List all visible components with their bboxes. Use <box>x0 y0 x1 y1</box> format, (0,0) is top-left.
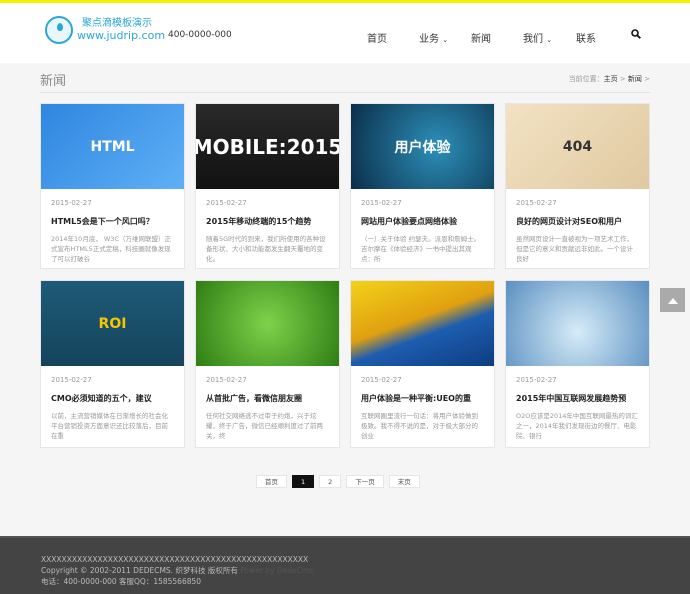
footer-line: XXXXXXXXXXXXXXXXXXXXXXXXXXXXXXXXXXXXXXXX… <box>41 555 309 564</box>
article-thumbnail[interactable] <box>196 281 339 366</box>
breadcrumb-home[interactable]: 主页 <box>604 75 618 83</box>
phone-number: 400-0000-000 <box>168 30 232 40</box>
nav-contact[interactable]: 联系 <box>576 30 596 45</box>
article-title[interactable]: 良好的网页设计对SEO和用户 <box>516 216 639 227</box>
article-thumbnail[interactable] <box>351 281 494 366</box>
page-heading: 新闻 当前位置：主页 > 新闻 > <box>40 70 650 93</box>
breadcrumb-end: > <box>641 75 650 83</box>
article-date: 2015-02-27 <box>516 199 557 207</box>
back-to-top-button[interactable] <box>660 288 685 312</box>
article-summary: 2014年10月底， W3C（万维网联盟）正式宣布HTML5正式定稿，科技圈就像… <box>51 235 171 263</box>
nav-news[interactable]: 新闻 <box>471 30 491 45</box>
article-title[interactable]: 从首批广告，看微信朋友圈 <box>206 393 329 404</box>
article-card[interactable]: HTML 2015-02-27 HTML5会是下一个风口吗？ 2014年10月底… <box>40 103 185 269</box>
article-date: 2015-02-27 <box>51 376 92 384</box>
nav-about[interactable]: 我们 ⌄ <box>523 30 552 45</box>
article-thumbnail[interactable] <box>506 281 649 366</box>
article-summary: 以前，主流营销媒体在日渐增长的社会化平台营销投资方面意识还比较落后，目前在重 <box>51 412 168 440</box>
nav-about-label: 我们 <box>523 34 543 45</box>
logo[interactable]: 聚点滴模板演示 www.judrip.com <box>45 16 165 44</box>
article-thumbnail[interactable]: 用户体验 <box>351 104 494 189</box>
article-thumbnail[interactable]: 404 <box>506 104 649 189</box>
article-title[interactable]: 2015年中国互联网发展趋势预 <box>516 393 639 404</box>
page-next[interactable]: 下一页 <box>346 475 384 488</box>
article-thumbnail[interactable]: MOBILE:2015 <box>196 104 339 189</box>
thumbnail-text: MOBILE:2015 <box>196 134 339 159</box>
article-date: 2015-02-27 <box>206 199 247 207</box>
article-title[interactable]: 网站用户体验要点网络体验 <box>361 216 484 227</box>
chevron-down-icon: ⌄ <box>442 36 449 44</box>
footer: XXXXXXXXXXXXXXXXXXXXXXXXXXXXXXXXXXXXXXXX… <box>0 536 690 594</box>
breadcrumb-current[interactable]: 新闻 <box>628 75 642 83</box>
article-card[interactable]: 2015-02-27 2015年中国互联网发展趋势预 O2O应该是2014年中国… <box>505 280 650 448</box>
article-summary: 虽然网页设计一直被视为一项艺术工作，但是它的意义和贡献远非如此。一个设计良好 <box>516 235 633 263</box>
breadcrumb-prefix: 当前位置： <box>568 75 604 83</box>
article-title[interactable]: CMO必须知道的五个，建议 <box>51 393 174 404</box>
article-date: 2015-02-27 <box>516 376 557 384</box>
thumbnail-text: ROI <box>98 315 127 332</box>
breadcrumb: 当前位置：主页 > 新闻 > <box>569 74 650 84</box>
article-title[interactable]: 2015年移动终端的15个趋势 <box>206 216 329 227</box>
thumbnail-text: 404 <box>562 138 593 155</box>
nav-business-label: 业务 <box>419 34 439 45</box>
logo-en: www.judrip.com <box>77 29 166 42</box>
contact-info: 电话：400-0000-000 客服QQ：1585566850 <box>41 577 202 586</box>
search-icon[interactable] <box>631 29 641 39</box>
article-card[interactable]: 2015-02-27 用户体验是一种平衡:UEO的重 互联网圈里流行一句话：将用… <box>350 280 495 448</box>
article-card[interactable]: 2015-02-27 从首批广告，看微信朋友圈 任何社交网络逃不过审于约炮，兴于… <box>195 280 340 448</box>
pagination: 首页 1 2 下一页 末页 <box>256 475 420 488</box>
article-summary: 互联网圈里流行一句话：将用户体验做到极致。我不得不说的是，对于极大部分的创业 <box>361 412 478 440</box>
page-2[interactable]: 2 <box>319 475 342 488</box>
page-last[interactable]: 末页 <box>388 475 420 488</box>
article-card[interactable]: MOBILE:2015 2015-02-27 2015年移动终端的15个趋势 随… <box>195 103 340 269</box>
chevron-down-icon: ⌄ <box>546 36 553 44</box>
article-title[interactable]: HTML5会是下一个风口吗？ <box>51 216 174 227</box>
article-card[interactable]: 用户体验 2015-02-27 网站用户体验要点网络体验 （一）关于体验 约瑟夫… <box>350 103 495 269</box>
article-date: 2015-02-27 <box>51 199 92 207</box>
article-thumbnail[interactable]: HTML <box>41 104 184 189</box>
article-summary: 随着5G时代的到来，我们所使用的各种设备形状、大小和功能都发生翻天覆地的变化。 <box>206 235 326 263</box>
article-card[interactable]: 404 2015-02-27 良好的网页设计对SEO和用户 虽然网页设计一直被视… <box>505 103 650 269</box>
page-title: 新闻 <box>40 74 67 89</box>
copyright: Copyright © 2002-2011 DEDECMS. 织梦科技 版权所有 <box>41 566 238 575</box>
nav-home[interactable]: 首页 <box>367 30 387 45</box>
thumbnail-text: HTML <box>90 138 135 155</box>
breadcrumb-sep: > <box>617 75 628 83</box>
logo-drop-icon <box>45 16 73 44</box>
article-summary: （一）关于体验 约瑟夫。派恩和詹姆士。吉尔摩在《体验经济》一书中提出其观点：所 <box>361 235 481 263</box>
header: 聚点滴模板演示 www.judrip.com 400-0000-000 首页 业… <box>0 3 690 63</box>
article-card[interactable]: ROI 2015-02-27 CMO必须知道的五个，建议 以前，主流营销媒体在日… <box>40 280 185 448</box>
power-link[interactable]: Power by DedeCms <box>240 566 313 575</box>
article-date: 2015-02-27 <box>361 376 402 384</box>
article-summary: 任何社交网络逃不过审于约炮，兴于炫耀，终于广告，微信已经顺利度过了前两关，终 <box>206 412 323 440</box>
page-1[interactable]: 1 <box>292 475 315 488</box>
article-date: 2015-02-27 <box>361 199 402 207</box>
thumbnail-text: 用户体验 <box>394 139 451 156</box>
article-date: 2015-02-27 <box>206 376 247 384</box>
article-title[interactable]: 用户体验是一种平衡:UEO的重 <box>361 393 484 404</box>
page-first[interactable]: 首页 <box>256 475 287 488</box>
article-summary: O2O应该是2014年中国互联网最热的词汇之一，2014年我们发现街边的餐厅、电… <box>516 412 638 440</box>
article-thumbnail[interactable]: ROI <box>41 281 184 366</box>
nav-business[interactable]: 业务 ⌄ <box>419 30 448 45</box>
